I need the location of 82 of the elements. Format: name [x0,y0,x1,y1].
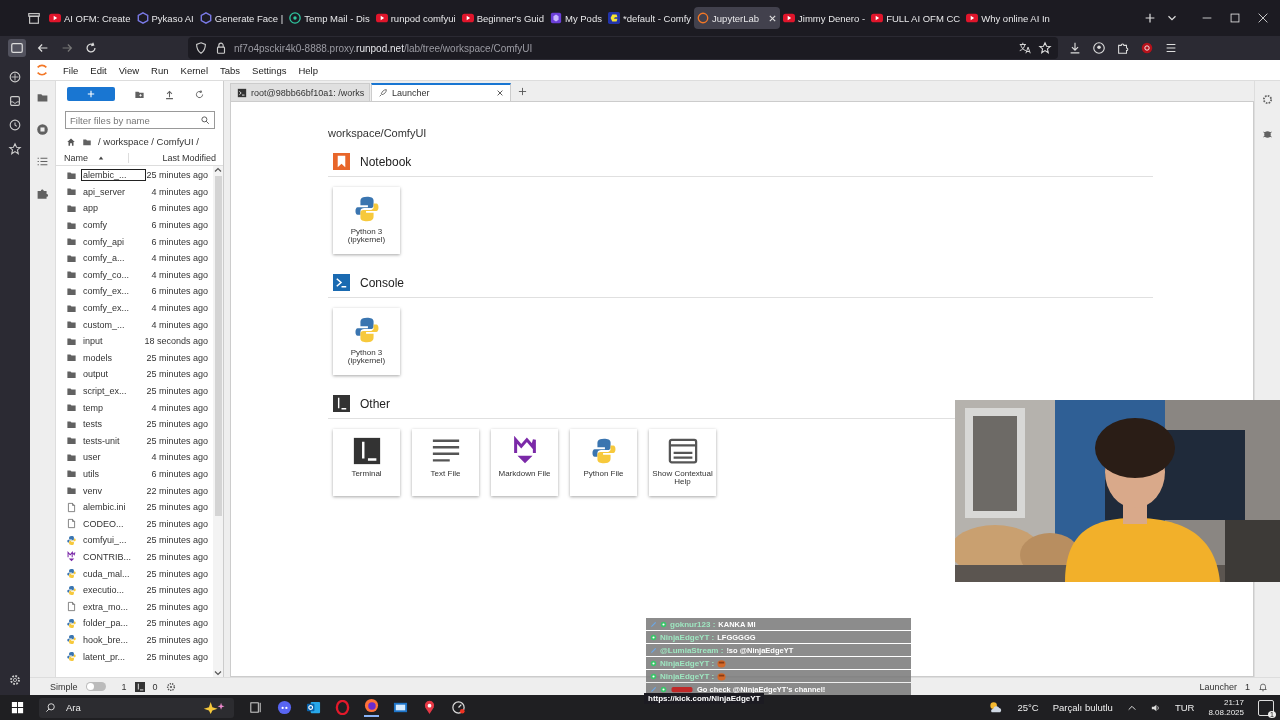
file-row[interactable]: app 6 minutes ago [56,200,213,217]
chat-message: NinjaEdgeYT : [646,657,911,669]
filter-field[interactable]: Filter files by name [65,111,215,129]
column-header[interactable]: Name [56,153,129,163]
browser-tab[interactable]: Temp Mail - Dis [286,7,373,29]
launcher-card[interactable]: Show Contextual Help [649,429,716,496]
browser-tab[interactable]: *default - Comfy [604,7,695,29]
launcher-card[interactable]: Python File [570,429,637,496]
file-row[interactable]: temp 4 minutes ago [56,399,213,416]
clock[interactable]: 21:17 8.08.2025 [1208,698,1244,717]
browser-tab[interactable]: My Pods [546,7,605,29]
kernel-count: 0 [152,681,158,692]
file-row[interactable]: comfyui_... 25 minutes ago [56,532,213,549]
file-row[interactable]: cuda_mal... 25 minutes ago [56,565,213,582]
file-row[interactable]: comfy_api 6 minutes ago [56,233,213,250]
taskbar-search[interactable]: Ara [39,697,234,718]
mode-label: Simple [50,681,78,692]
launcher-card[interactable]: Python 3 (ipykernel) [333,308,400,375]
temperature: 25°C [1017,702,1039,713]
browser-tab[interactable]: AI OFM: Create [46,7,134,29]
browser-tab[interactable]: Pykaso AI [133,7,197,29]
menu-item[interactable]: View [112,64,146,76]
address-bar[interactable]: nf7o4psckir4k0-8888.proxy.runpod.net/lab/tree/workspace/ComfyUI [188,37,1058,59]
browser-tab[interactable]: Generate Face | [196,7,287,29]
menu-item[interactable]: Settings [246,64,293,76]
menu-item[interactable]: Help [292,64,324,76]
breadcrumb-path[interactable]: / workspace / ComfyUI / [98,136,199,147]
menu-item[interactable]: Kernel [174,64,214,76]
file-row[interactable]: user 4 minutes ago [56,449,213,466]
file-row[interactable]: latent_pr... 25 minutes ago [56,648,213,665]
file-row[interactable]: script_ex... 25 minutes ago [56,382,213,400]
file-row[interactable]: CONTRIB... 25 minutes ago [56,548,213,566]
launcher-card[interactable]: Terminal [333,429,400,496]
file-row[interactable]: utils 6 minutes ago [56,465,213,483]
browser-tab[interactable]: Jimmy Denero - [780,7,869,29]
file-row[interactable]: comfy 6 minutes ago [56,216,213,234]
file-row[interactable]: executio... 25 minutes ago [56,581,213,599]
file-row[interactable]: api_server 4 minutes ago [56,183,213,201]
document-tab[interactable]: Launcher [371,83,511,101]
terminal-count: 1 [121,681,127,692]
browser-tab[interactable]: JupyterLab [694,7,781,29]
section-title: Notebook [360,154,412,169]
link-preview: https://kick.com/NinjaEdgeYT [644,693,765,704]
browser-tab[interactable]: Why online AI In [963,7,1053,29]
column-header[interactable]: Last Modified [129,153,223,163]
menu-item[interactable]: File [57,64,85,76]
language-indicator[interactable]: TUR [1174,702,1195,713]
menu-item[interactable]: Run [145,64,175,76]
file-row[interactable]: hook_bre... 25 minutes ago [56,631,213,649]
file-row[interactable]: custom_... 4 minutes ago [56,316,213,333]
section-title: Other [360,396,390,411]
notification-count: 1 [1245,681,1250,692]
launcher-path: workspace/ComfyUI [328,127,428,139]
chat-message: NinjaEdgeYT : [646,670,911,682]
file-row[interactable]: alembic.ini 25 minutes ago [56,498,213,516]
file-row[interactable]: comfy_ex... 4 minutes ago [56,299,213,317]
browser-tab[interactable]: FULL AI OFM CC [868,7,964,29]
file-row[interactable]: tests 25 minutes ago [56,415,213,433]
file-row[interactable]: output 25 minutes ago [56,366,213,383]
menu-item[interactable]: Tabs [214,64,247,76]
file-row[interactable]: folder_pa... 25 minutes ago [56,615,213,632]
launcher-card[interactable]: Markdown File [491,429,558,496]
current-document: Launcher [1199,681,1237,692]
weather-text: Parçalı bulutlu [1052,702,1113,713]
browser-tab[interactable]: Beginner's Guid [458,7,547,29]
launcher-card[interactable]: Text File [412,429,479,496]
document-tab[interactable]: root@98bb66bf10a1: /works [230,83,370,101]
file-row[interactable]: CODEO... 25 minutes ago [56,515,213,533]
file-row[interactable]: comfy_co... 4 minutes ago [56,266,213,284]
browser-tab[interactable]: runpod comfyui [372,7,459,29]
url-text: nf7o4psckir4k0-8888.proxy.runpod.net/lab/tree/workspace/ComfyUI [234,42,533,54]
file-row[interactable]: comfy_ex... 6 minutes ago [56,283,213,300]
file-row[interactable]: tests-unit 25 minutes ago [56,432,213,450]
file-row[interactable]: input 18 seconds ago [56,332,213,350]
menu-item[interactable]: Edit [84,64,113,76]
launcher-card[interactable]: Python 3 (ipykernel) [333,187,400,254]
file-row[interactable]: models 25 minutes ago [56,349,213,367]
file-row[interactable]: alembic_... 25 minutes ago [56,167,213,184]
file-row[interactable]: comfy_a... 4 minutes ago [56,249,213,267]
file-row[interactable]: venv 22 minutes ago [56,482,213,499]
file-row[interactable]: extra_mo... 25 minutes ago [56,598,213,616]
section-title: Console [360,275,405,290]
